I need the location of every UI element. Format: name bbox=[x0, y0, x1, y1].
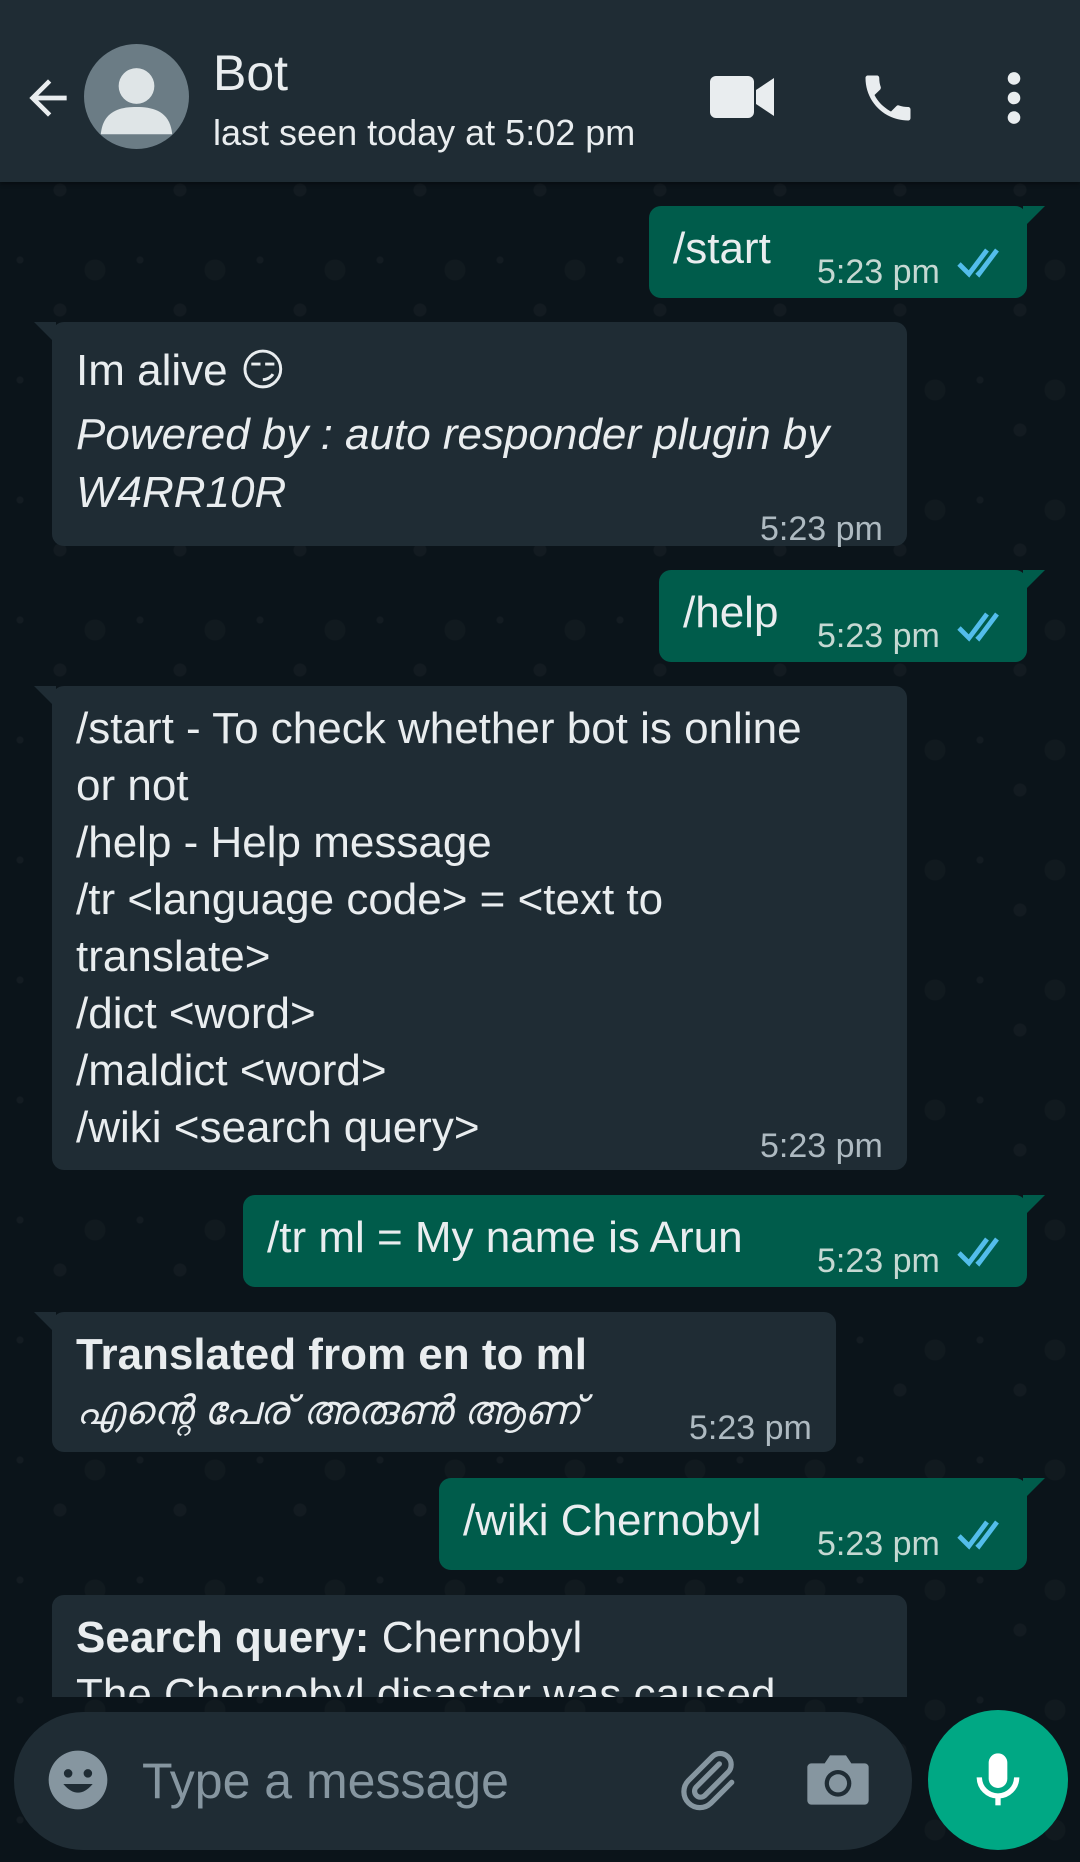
message-text: Im alive 😏 bbox=[76, 346, 286, 395]
message-time: 5:23 pm bbox=[817, 253, 940, 291]
microphone-icon bbox=[976, 1753, 1020, 1806]
message-time: 5:23 pm bbox=[689, 1409, 812, 1447]
person-icon bbox=[100, 68, 173, 135]
message-line: The Chernobyl disaster was caused bbox=[76, 1670, 776, 1697]
message-line: /maldict <word> bbox=[76, 1046, 387, 1095]
incoming-message[interactable]: Search query: Chernobyl The Chernobyl di… bbox=[52, 1595, 907, 1697]
avatar[interactable] bbox=[84, 44, 189, 149]
search-query-label: Search query: bbox=[76, 1613, 370, 1662]
last-seen-status: last seen today at 5:02 pm bbox=[213, 112, 636, 153]
incoming-message[interactable]: Translated from en to ml എന്റെ പേര് അരുൺ… bbox=[34, 1312, 836, 1452]
message-time: 5:23 pm bbox=[817, 1242, 940, 1280]
double-check-icon bbox=[957, 1237, 999, 1267]
double-check-icon bbox=[957, 612, 999, 642]
message-line: or not bbox=[76, 761, 189, 810]
message-time: 5:23 pm bbox=[760, 1127, 883, 1165]
message-time: 5:23 pm bbox=[760, 510, 883, 548]
search-query-value: Chernobyl bbox=[369, 1613, 583, 1662]
message-line: /tr <language code> = <text to bbox=[76, 875, 664, 924]
message-text: /wiki Chernobyl bbox=[463, 1496, 762, 1545]
outgoing-message[interactable]: /wiki Chernobyl 5:23 pm bbox=[439, 1478, 1045, 1570]
message-line: translate> bbox=[76, 932, 271, 981]
phone-icon[interactable] bbox=[858, 68, 918, 128]
contact-name[interactable]: Bot bbox=[213, 44, 288, 102]
message-time: 5:23 pm bbox=[817, 1525, 940, 1563]
video-camera-icon[interactable] bbox=[710, 72, 776, 122]
message-input[interactable] bbox=[140, 1742, 644, 1820]
outgoing-message[interactable]: /start 5:23 pm bbox=[649, 206, 1045, 298]
message-line: /help - Help message bbox=[76, 818, 492, 867]
outgoing-message[interactable]: /help 5:23 pm bbox=[659, 570, 1045, 662]
emoji-icon[interactable] bbox=[46, 1748, 110, 1812]
camera-icon[interactable] bbox=[806, 1750, 870, 1806]
arrow-left-icon[interactable] bbox=[20, 70, 76, 126]
message-line: /dict <word> bbox=[76, 989, 316, 1038]
message-time: 5:23 pm bbox=[817, 617, 940, 655]
outgoing-message[interactable]: /tr ml = My name is Arun 5:23 pm bbox=[243, 1195, 1045, 1287]
message-text: /tr ml = My name is Arun bbox=[267, 1213, 743, 1262]
double-check-icon bbox=[957, 248, 999, 278]
message-text: /start bbox=[673, 224, 771, 273]
incoming-message[interactable]: /start - To check whether bot is online … bbox=[34, 686, 907, 1170]
mic-button[interactable] bbox=[928, 1710, 1068, 1850]
message-text: /help bbox=[683, 588, 779, 637]
incoming-message[interactable]: Im alive 😏 Powered by : auto responder p… bbox=[34, 322, 907, 548]
double-check-icon bbox=[957, 1520, 999, 1550]
message-line: /start - To check whether bot is online bbox=[76, 704, 802, 753]
more-vert-icon[interactable] bbox=[1000, 70, 1028, 126]
message-heading: Translated from en to ml bbox=[76, 1330, 587, 1379]
chat-header: Bot last seen today at 5:02 pm bbox=[0, 0, 1080, 182]
message-line: Search query: Chernobyl bbox=[76, 1609, 887, 1666]
paperclip-icon[interactable] bbox=[672, 1746, 742, 1812]
message-text-italic: Powered by : auto responder plugin by bbox=[76, 410, 830, 459]
